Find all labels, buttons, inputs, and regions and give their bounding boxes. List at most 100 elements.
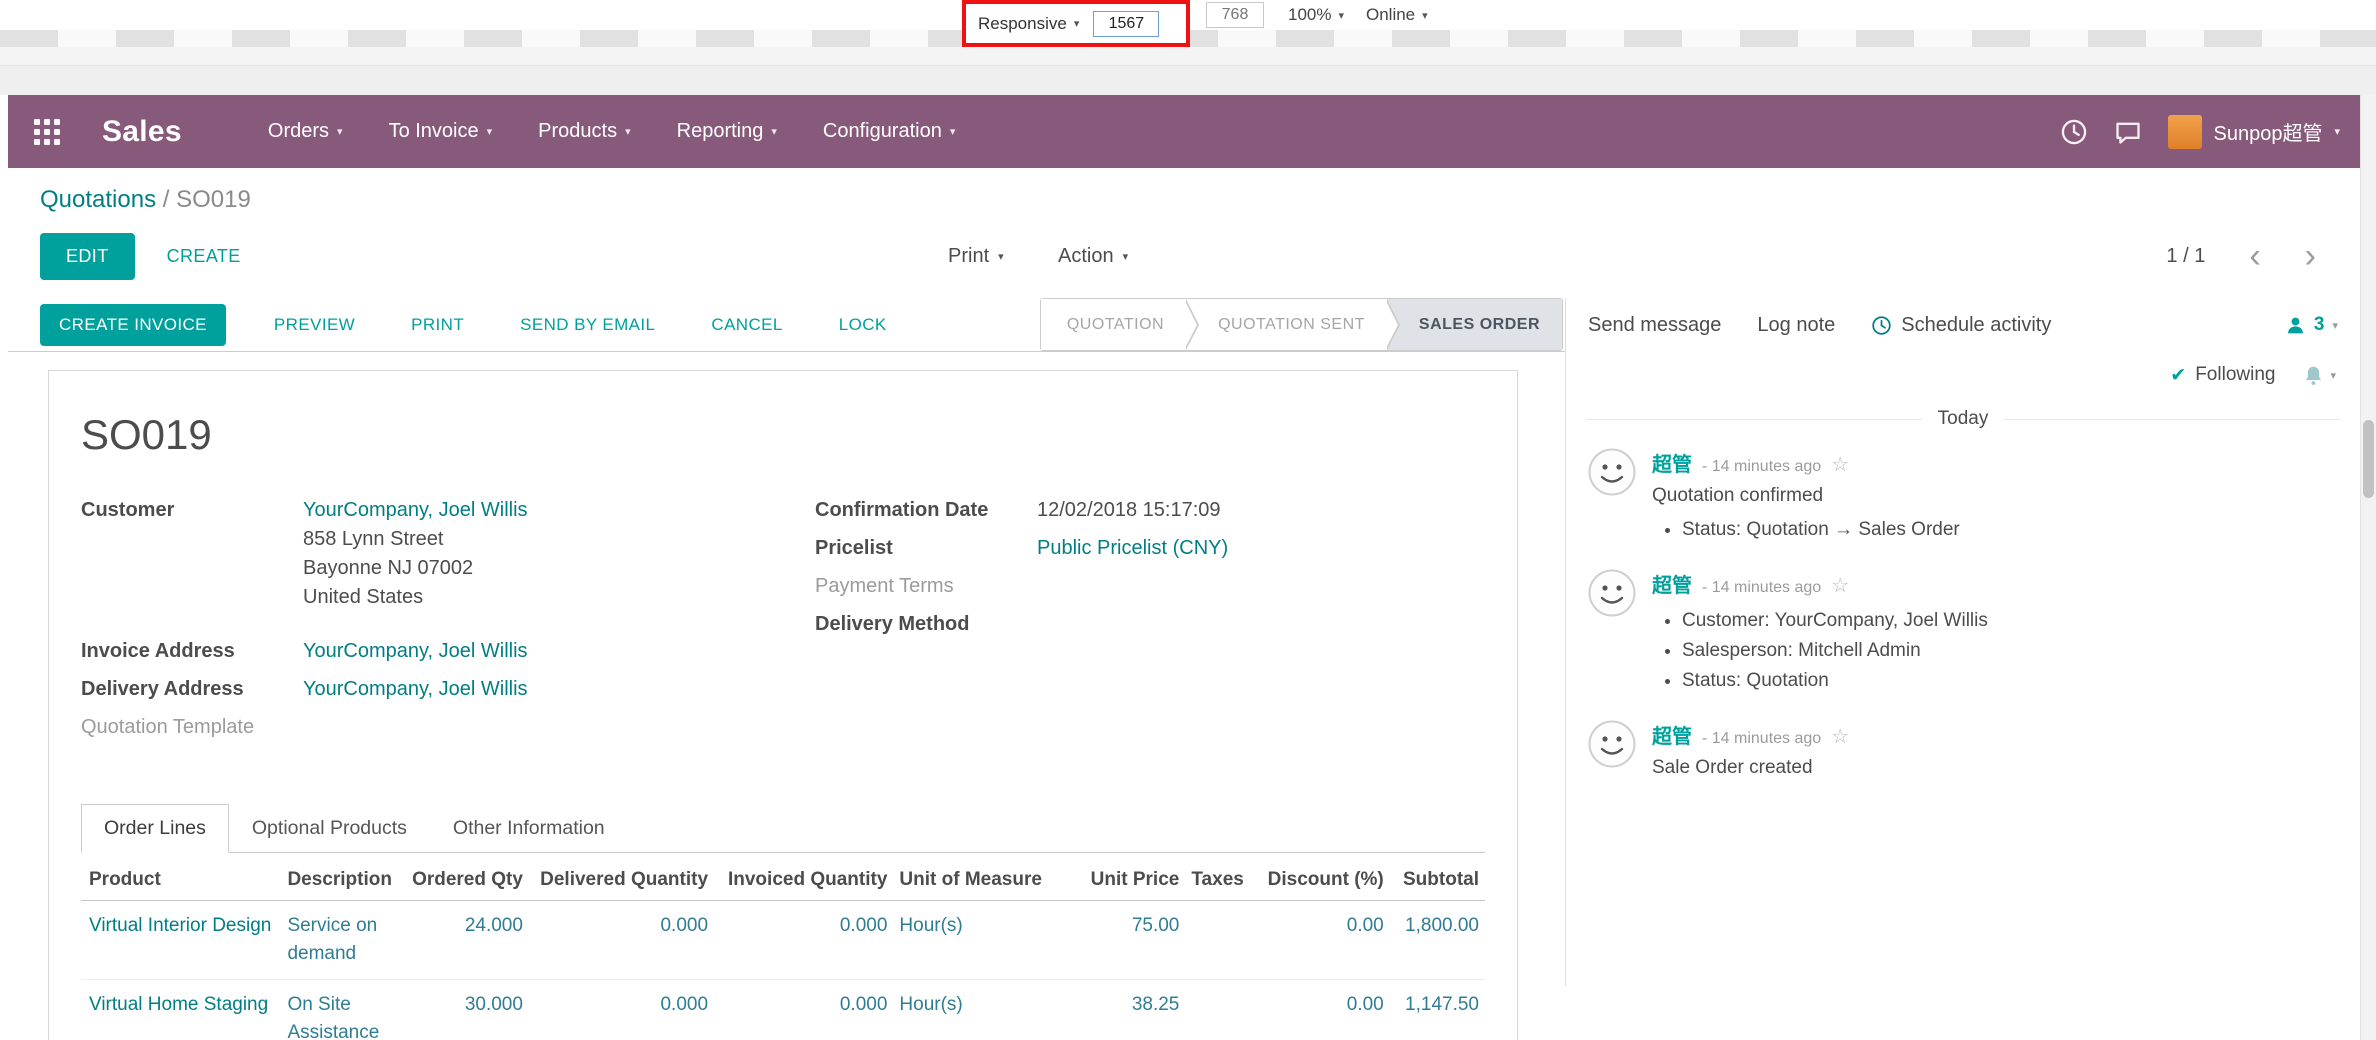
viewport-width-input[interactable] xyxy=(1093,11,1159,37)
main-navbar: Sales Orders▾ To Invoice▾ Products▾ Repo… xyxy=(8,95,2360,168)
pricelist-link[interactable]: Public Pricelist (CNY) xyxy=(1037,533,1228,563)
apps-menu-icon[interactable] xyxy=(34,119,60,145)
col-subtotal[interactable]: Subtotal xyxy=(1390,859,1485,901)
col-unit-price[interactable]: Unit Price xyxy=(1057,859,1185,901)
cell-unit-price: 75.00 xyxy=(1057,901,1185,980)
create-invoice-button[interactable]: CREATE INVOICE xyxy=(40,304,226,346)
tab-order-lines[interactable]: Order Lines xyxy=(81,804,229,853)
message-author[interactable]: 超管 xyxy=(1652,569,1692,598)
col-ordered-qty[interactable]: Ordered Qty xyxy=(406,859,529,901)
vertical-scrollbar[interactable] xyxy=(2360,95,2376,1040)
cell-product-link[interactable]: Virtual Home Staging xyxy=(81,980,281,1040)
create-button[interactable]: CREATE xyxy=(161,245,247,268)
followers-count: 3 xyxy=(2314,314,2325,336)
stage-quotation-sent[interactable]: QUOTATION SENT xyxy=(1186,299,1387,350)
cell-product-link[interactable]: Virtual Interior Design xyxy=(81,901,281,980)
lock-button[interactable]: LOCK xyxy=(833,314,893,336)
message-timestamp: - 14 minutes ago xyxy=(1702,458,1821,476)
cell-invoiced-qty: 0.000 xyxy=(714,980,893,1040)
following-button[interactable]: ✔ Following xyxy=(2170,364,2275,387)
zoom-dropdown[interactable]: 100% ▾ xyxy=(1288,0,1344,30)
user-menu[interactable]: Sunpop超管 ▾ xyxy=(2168,115,2341,149)
col-delivered-qty[interactable]: Delivered Quantity xyxy=(529,859,714,901)
field-groups: Customer YourCompany, Joel Willis 858 Ly… xyxy=(81,495,1485,750)
cell-description: Service on demand xyxy=(281,901,406,980)
chevron-down-icon: ▾ xyxy=(2334,125,2340,138)
menu-configuration[interactable]: Configuration▾ xyxy=(823,120,956,143)
stage-sales-order[interactable]: SALES ORDER xyxy=(1387,299,1562,350)
invoice-address-label: Invoice Address xyxy=(81,636,303,666)
confirmation-date-label: Confirmation Date xyxy=(815,495,1037,525)
pricelist-label: Pricelist xyxy=(815,533,1037,563)
log-note-button[interactable]: Log note xyxy=(1757,314,1835,337)
menu-to-invoice[interactable]: To Invoice▾ xyxy=(389,120,493,143)
tab-other-information[interactable]: Other Information xyxy=(430,804,628,853)
form-sheet: SO019 Customer YourCompany, Joel Willis … xyxy=(48,370,1518,1040)
scrollbar-thumb[interactable] xyxy=(2363,420,2374,498)
col-invoiced-qty[interactable]: Invoiced Quantity xyxy=(714,859,893,901)
stage-quotation[interactable]: QUOTATION xyxy=(1041,299,1186,350)
col-uom[interactable]: Unit of Measure xyxy=(893,859,1057,901)
col-discount[interactable]: Discount (%) xyxy=(1250,859,1390,901)
pager-previous-icon[interactable]: ‹ xyxy=(2249,241,2260,271)
chevron-down-icon: ▾ xyxy=(1074,17,1080,30)
activities-clock-icon[interactable] xyxy=(2060,118,2088,146)
message-author[interactable]: 超管 xyxy=(1652,720,1692,749)
app-title[interactable]: Sales xyxy=(102,115,182,149)
print-dropdown[interactable]: Print ▾ xyxy=(948,245,1004,268)
network-throttle-label: Online xyxy=(1366,5,1415,25)
invoice-address-link[interactable]: YourCompany, Joel Willis xyxy=(303,636,528,666)
cell-delivered-qty: 0.000 xyxy=(529,901,714,980)
chevron-down-icon: ▾ xyxy=(487,125,493,138)
table-row[interactable]: Virtual Home Staging On Site Assistance … xyxy=(81,980,1485,1040)
message-body: Sale Order created xyxy=(1652,757,1849,779)
chatter-toolbar: Send message Log note Schedule activity … xyxy=(1566,298,2360,352)
send-by-email-button[interactable]: SEND BY EMAIL xyxy=(514,314,661,336)
chevron-down-icon: ▾ xyxy=(950,125,956,138)
customer-link[interactable]: YourCompany, Joel Willis xyxy=(303,495,528,525)
cell-discount: 0.00 xyxy=(1250,901,1390,980)
schedule-activity-button[interactable]: Schedule activity xyxy=(1871,314,2051,337)
preview-button[interactable]: PREVIEW xyxy=(268,314,361,336)
cell-delivered-qty: 0.000 xyxy=(529,980,714,1040)
col-product[interactable]: Product xyxy=(81,859,281,901)
message-author[interactable]: 超管 xyxy=(1652,448,1692,477)
subscription-bell-button[interactable]: ▾ xyxy=(2303,365,2336,386)
star-icon[interactable]: ☆ xyxy=(1831,573,1849,598)
tab-optional-products[interactable]: Optional Products xyxy=(229,804,430,853)
delivery-address-link[interactable]: YourCompany, Joel Willis xyxy=(303,674,528,704)
menu-orders[interactable]: Orders▾ xyxy=(268,120,343,143)
field-group-left: Customer YourCompany, Joel Willis 858 Ly… xyxy=(81,495,783,750)
viewport-height-input[interactable] xyxy=(1206,2,1264,28)
cancel-button[interactable]: CANCEL xyxy=(705,314,788,336)
device-mode-dropdown[interactable]: Responsive ▾ xyxy=(978,14,1079,34)
message-bullets: Status: Quotation → Sales Order xyxy=(1652,515,1960,545)
send-message-button[interactable]: Send message xyxy=(1588,314,1721,337)
messages-chat-icon[interactable] xyxy=(2114,118,2142,146)
field-pricelist: Pricelist Public Pricelist (CNY) xyxy=(815,533,1485,563)
star-icon[interactable]: ☆ xyxy=(1831,724,1849,749)
breadcrumb-current: SO019 xyxy=(176,186,251,213)
delivery-address-label: Delivery Address xyxy=(81,674,303,704)
cell-taxes xyxy=(1185,901,1249,980)
print-button[interactable]: PRINT xyxy=(405,314,470,336)
table-row[interactable]: Virtual Interior Design Service on deman… xyxy=(81,901,1485,980)
action-dropdown[interactable]: Action ▾ xyxy=(1058,245,1128,268)
chatter-message: 超管 - 14 minutes ago ☆ Quotation confirme… xyxy=(1566,434,2360,555)
cell-invoiced-qty: 0.000 xyxy=(714,901,893,980)
col-description[interactable]: Description xyxy=(281,859,406,901)
star-icon[interactable]: ☆ xyxy=(1831,452,1849,477)
author-avatar xyxy=(1588,448,1636,545)
edit-button[interactable]: EDIT xyxy=(40,233,135,280)
pager-next-icon[interactable]: › xyxy=(2305,241,2316,271)
message-bullet: Status: Quotation xyxy=(1682,666,1988,696)
breadcrumb-quotations-link[interactable]: Quotations xyxy=(40,186,156,213)
network-throttle-dropdown[interactable]: Online ▾ xyxy=(1366,0,1428,30)
followers-button[interactable]: 3 ▾ xyxy=(2285,314,2338,336)
chevron-down-icon: ▾ xyxy=(771,125,777,138)
chevron-down-icon: ▾ xyxy=(998,250,1004,263)
col-taxes[interactable]: Taxes xyxy=(1185,859,1249,901)
menu-reporting[interactable]: Reporting▾ xyxy=(677,120,777,143)
sheet-background: SO019 Customer YourCompany, Joel Willis … xyxy=(8,352,1565,1040)
menu-products[interactable]: Products▾ xyxy=(538,120,630,143)
